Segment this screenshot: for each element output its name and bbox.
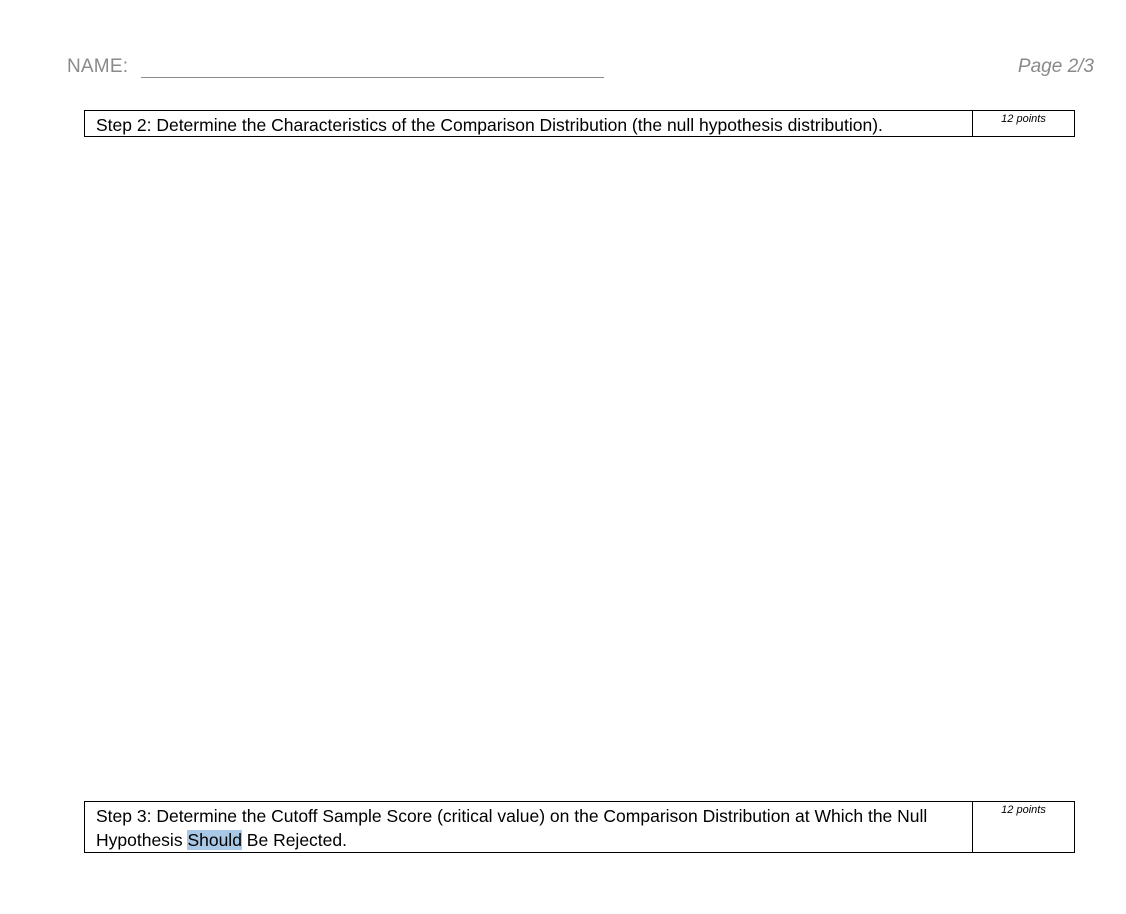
step-3-text-end: Be Rejected. <box>241 830 347 850</box>
name-underline <box>141 77 604 78</box>
selected-word-highlight[interactable]: Should <box>187 830 242 850</box>
step-3-box: Step 3: Determine the Cutoff Sample Scor… <box>84 801 1075 853</box>
step-2-points: 12 points <box>1001 113 1046 125</box>
step-3-points: 12 points <box>1001 804 1046 816</box>
step-2-text[interactable]: Step 2: Determine the Characteristics of… <box>85 111 973 136</box>
name-label: NAME: <box>67 56 129 77</box>
step-3-text[interactable]: Step 3: Determine the Cutoff Sample Scor… <box>85 802 973 852</box>
page-number: Page 2/3 <box>1017 56 1094 77</box>
step-2-box: Step 2: Determine the Characteristics of… <box>84 110 1075 137</box>
